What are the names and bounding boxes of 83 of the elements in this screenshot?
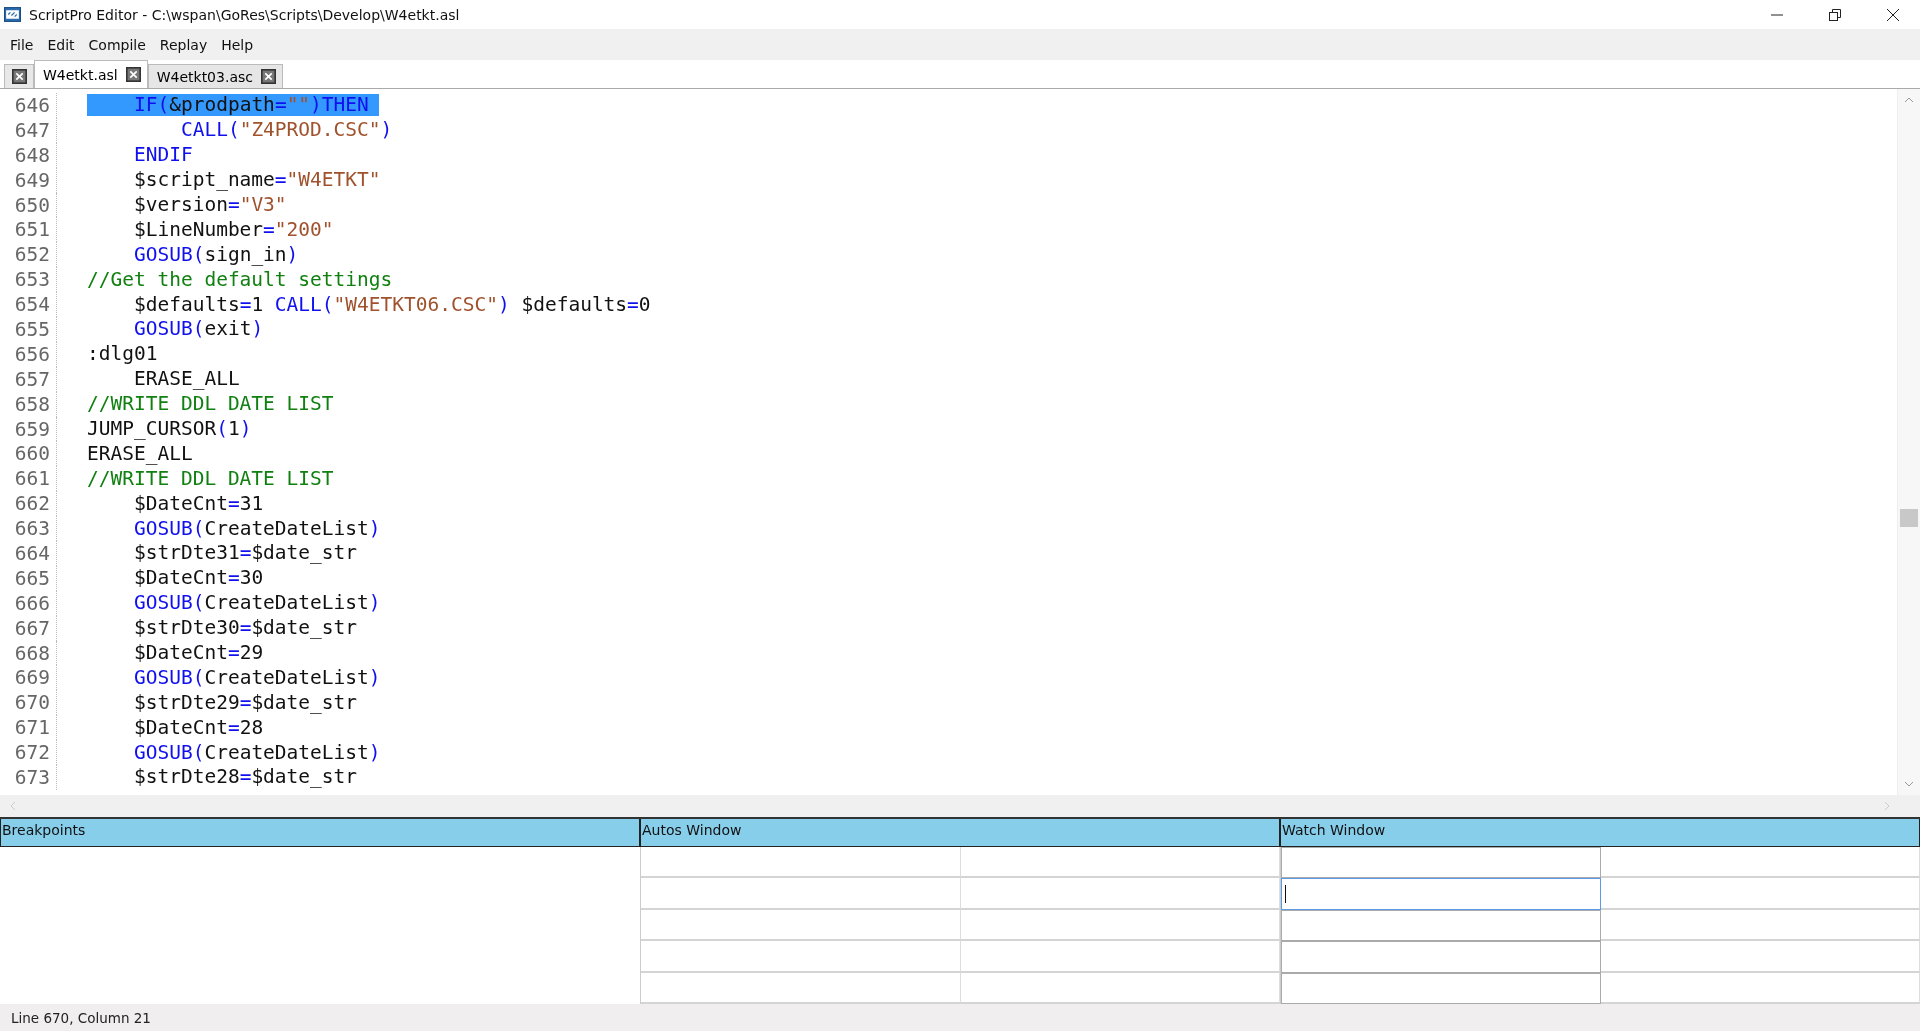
scroll-up-icon[interactable] xyxy=(1904,97,1914,103)
line-number: 666 xyxy=(13,591,50,615)
line-number: 665 xyxy=(13,566,50,590)
restore-icon[interactable] xyxy=(1828,7,1842,22)
code-line: JUMP_CURSOR(1) xyxy=(87,418,252,440)
close-icon xyxy=(11,69,27,84)
menu-item[interactable]: Edit xyxy=(41,34,81,55)
code-line: $strDte29=$date_str xyxy=(132,691,358,714)
code-line: //Get the default settings xyxy=(87,268,393,291)
code-line: :dlg01 xyxy=(87,343,158,366)
line-number: 672 xyxy=(13,741,50,765)
line-number: 662 xyxy=(13,492,50,516)
code-line: $DateCnt=28 xyxy=(132,716,264,739)
line-number: 657 xyxy=(13,367,50,391)
panel-header: Watch Window xyxy=(1280,819,1920,847)
close-icon[interactable] xyxy=(125,67,141,82)
code-line: //WRITE DDL DATE LIST xyxy=(87,393,334,416)
code-line: $DateCnt=29 xyxy=(132,642,264,665)
code-line: $LineNumber="200" xyxy=(132,218,334,241)
code-line: GOSUB(CreateDateList) xyxy=(132,666,381,689)
menu-item[interactable]: Compile xyxy=(82,34,152,55)
code-line: GOSUB(sign_in) xyxy=(132,243,299,266)
menu-item[interactable]: File xyxy=(4,34,40,55)
line-number: 664 xyxy=(13,541,50,565)
line-number: 652 xyxy=(13,243,50,267)
code-line: GOSUB(CreateDateList) xyxy=(132,517,381,540)
close-all-button[interactable] xyxy=(4,64,34,88)
line-number: 668 xyxy=(13,641,50,665)
line-number: 661 xyxy=(13,467,50,491)
code-line: ERASE_ALL xyxy=(87,442,193,465)
panel-header: Breakpoints xyxy=(0,819,640,847)
code-line: $DateCnt=30 xyxy=(132,567,264,590)
line-number: 647 xyxy=(13,118,50,142)
watch-input-field[interactable] xyxy=(1281,941,1601,973)
code-line: ERASE_ALL xyxy=(132,368,240,391)
status-text: Line 670, Column 21 xyxy=(11,1009,151,1026)
line-number: 658 xyxy=(13,392,50,416)
menu-item[interactable]: Help xyxy=(215,34,260,55)
vertical-scrollbar[interactable] xyxy=(1897,89,1920,795)
code-line: $script_name="W4ETKT" xyxy=(132,169,381,192)
app-icon xyxy=(4,6,21,23)
line-number: 660 xyxy=(13,442,50,466)
line-number: 669 xyxy=(13,666,50,690)
line-number: 670 xyxy=(13,691,50,715)
line-number: 654 xyxy=(13,293,50,317)
code-line: $strDte31=$date_str xyxy=(132,542,358,565)
code-line: $DateCnt=31 xyxy=(132,492,264,515)
line-number: 656 xyxy=(13,342,50,366)
window-title: ScriptPro Editor - C:\wspan\GoRes\Scripts\Develop\W4etkt.asl xyxy=(29,6,460,23)
line-number: 646 xyxy=(13,93,50,117)
line-number: 648 xyxy=(13,143,50,167)
close-icon[interactable] xyxy=(1886,7,1900,22)
panel-header: Autos Window xyxy=(640,819,1280,847)
scroll-down-icon[interactable] xyxy=(1904,781,1914,787)
line-number: 655 xyxy=(13,317,50,341)
line-number: 673 xyxy=(13,766,50,789)
code-line: $strDte28=$date_str xyxy=(132,766,358,789)
line-number: 651 xyxy=(13,218,50,242)
line-number: 659 xyxy=(13,417,50,441)
watch-input-field[interactable] xyxy=(1281,909,1601,942)
code-line: $version="V3" xyxy=(132,194,287,216)
line-number: 663 xyxy=(13,517,50,541)
code-line: //WRITE DDL DATE LIST xyxy=(87,467,334,490)
code-line: GOSUB(exit) xyxy=(132,318,264,341)
code-line: $defaults=1 CALL("W4ETKT06.CSC") $defaults=0 xyxy=(132,293,651,316)
line-number: 667 xyxy=(13,616,50,640)
close-icon[interactable] xyxy=(260,69,276,84)
file-tab[interactable]: W4etkt03.asc xyxy=(147,64,283,88)
watch-input-field[interactable] xyxy=(1281,972,1601,1004)
line-number: 671 xyxy=(13,716,50,740)
code-line: GOSUB(CreateDateList) xyxy=(132,741,381,764)
code-line: GOSUB(CreateDateList) xyxy=(132,592,381,615)
code-line: CALL("Z4PROD.CSC") xyxy=(179,119,393,142)
line-number: 653 xyxy=(13,268,50,292)
file-tab[interactable]: W4etkt.asl xyxy=(34,60,148,88)
line-number: 650 xyxy=(13,193,50,217)
menu-item[interactable]: Replay xyxy=(153,34,214,55)
watch-input-field[interactable] xyxy=(1281,847,1601,879)
line-number: 649 xyxy=(13,168,50,192)
code-line: $strDte30=$date_str xyxy=(132,617,358,640)
scroll-thumb[interactable] xyxy=(1900,509,1918,527)
code-line: ENDIF xyxy=(132,144,193,167)
watch-input-field[interactable] xyxy=(1281,878,1601,910)
